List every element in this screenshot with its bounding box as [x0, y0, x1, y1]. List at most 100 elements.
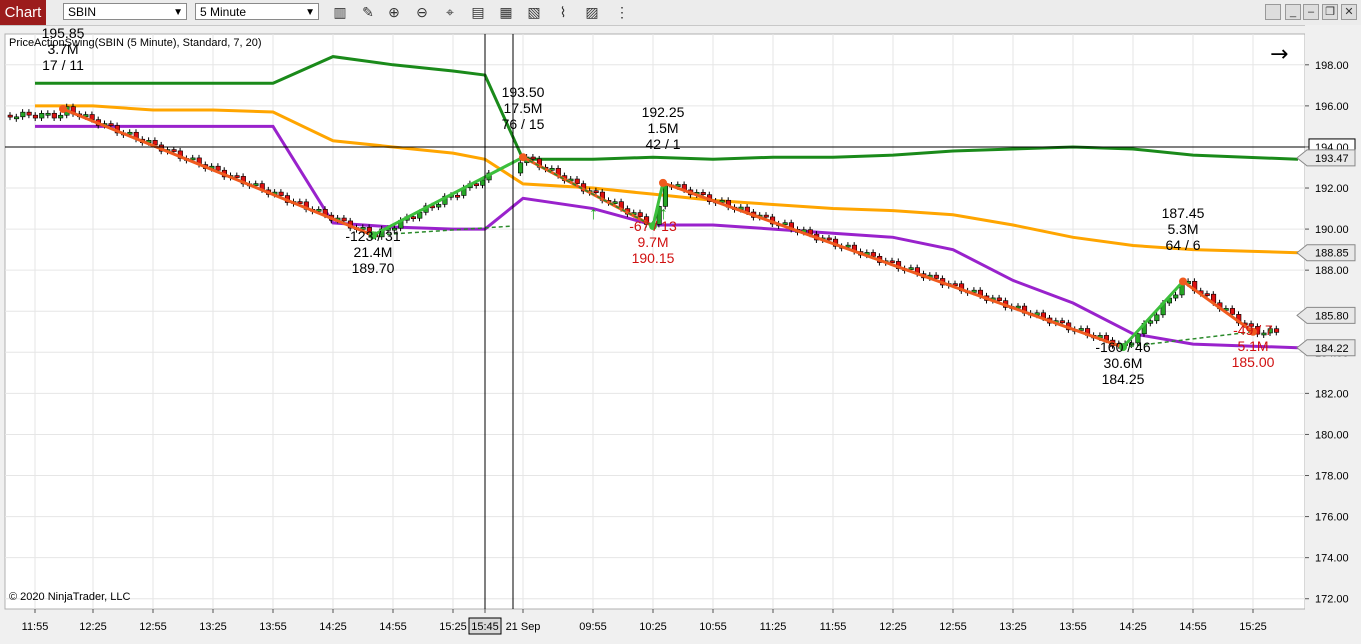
candle [908, 267, 914, 270]
candle [454, 194, 461, 198]
templates-icon[interactable]: ▨ [583, 4, 601, 21]
instrument-value: SBIN [68, 5, 97, 19]
swing-point [59, 104, 67, 113]
time-tick-label: 12:25 [879, 621, 907, 633]
price-tick-label: 192.00 [1315, 183, 1349, 195]
candle [253, 183, 259, 186]
zoom-in-icon[interactable]: ⊕ [385, 4, 403, 21]
swing-label-line: 5.1M [1237, 338, 1268, 354]
price-marker-label: 185.80 [1315, 310, 1349, 322]
candle [530, 156, 536, 160]
swing-label-line: 192.25 [642, 104, 685, 120]
zoom-out-icon[interactable]: ⊖ [413, 4, 431, 21]
time-tick-label: 11:55 [820, 621, 847, 633]
candle [215, 165, 221, 171]
price-axis-bg [1305, 25, 1361, 644]
swing-label-line: -160 / 46 [1095, 339, 1150, 355]
price-tick-label: 172.00 [1315, 594, 1349, 606]
price-chart[interactable]: ↑ ↑ 195.853.7M17 / 11193.5017.5M76 / 1519… [0, 25, 1361, 644]
data-box-icon[interactable]: ▤ [469, 4, 487, 21]
candle [549, 168, 555, 171]
interval-value: 5 Minute [200, 5, 247, 19]
crosshair-icon[interactable]: ⌖ [441, 4, 459, 21]
candle [763, 214, 769, 218]
chart-tab[interactable]: Chart [0, 0, 46, 25]
candle [845, 244, 851, 248]
properties-icon[interactable]: ▦ [497, 4, 515, 21]
candle [127, 131, 133, 135]
pencil-draw-icon[interactable]: ✎ [359, 4, 377, 21]
candle [1148, 320, 1154, 324]
minimize-window-button[interactable]: – [1303, 4, 1319, 20]
candle [1173, 294, 1179, 299]
price-marker-label: 193.47 [1315, 153, 1349, 165]
swing-label-line: 42 / 1 [645, 136, 680, 152]
price-tick-label: 178.00 [1315, 471, 1349, 483]
candle [480, 179, 486, 186]
candle [1154, 314, 1160, 322]
time-tick-label: 15:25 [439, 621, 467, 633]
swing-label-line: 17.5M [504, 100, 543, 116]
candle [1274, 328, 1280, 333]
swing-label-line: 187.45 [1162, 205, 1205, 221]
candle [51, 112, 57, 119]
time-tick-label: 13:25 [999, 621, 1027, 633]
candle [14, 116, 20, 120]
chevron-down-icon: ▼ [173, 7, 183, 18]
time-tick-label: 10:55 [699, 621, 727, 633]
swing-point [1179, 277, 1187, 286]
swing-point [659, 178, 667, 187]
interval-selector[interactable]: 5 Minute ▼ [195, 3, 319, 20]
swing-label-line: 193.50 [502, 84, 545, 100]
swing-label-line: 76 / 15 [502, 116, 545, 132]
candle [637, 212, 643, 217]
time-axis: 11:55 12:25 12:55 13:25 13:55 14:25 14:55 15:25… [0, 609, 1361, 644]
swing-label-line: 17 / 11 [42, 57, 84, 73]
swing-label-line: 21.4M [354, 244, 393, 260]
price-tick-label: 196.00 [1315, 101, 1349, 113]
swing-label-line: 184.25 [1102, 371, 1145, 387]
candle [517, 162, 524, 174]
restore-window-button[interactable]: ❐ [1322, 4, 1338, 20]
swing-label-line: -67 / 13 [629, 218, 677, 234]
time-tick-label: 11:25 [760, 621, 787, 633]
candle [996, 297, 1002, 301]
candle [7, 114, 13, 118]
time-tick-label: 12:55 [139, 621, 167, 633]
close-window-button[interactable]: ✕ [1341, 4, 1357, 20]
swing-label-line: 185.00 [1232, 354, 1275, 370]
candle [234, 175, 240, 178]
swing-label-line: 30.6M [1104, 355, 1143, 371]
instrument-selector[interactable]: SBIN ▼ [63, 3, 187, 20]
minimize-button[interactable]: _ [1285, 4, 1301, 20]
candle [436, 204, 442, 208]
candle [278, 191, 284, 196]
minimize-button[interactable] [1265, 4, 1281, 20]
candle [32, 114, 39, 119]
strategies-icon[interactable]: ⌇ [554, 4, 572, 21]
bar-type-icon[interactable]: ▥ [331, 4, 349, 21]
candle [20, 111, 26, 118]
time-tick-label: 12:25 [79, 621, 107, 633]
candle [39, 113, 45, 119]
candle [700, 192, 706, 195]
candle [171, 149, 177, 152]
candle [45, 112, 51, 116]
scroll-right-arrow-icon[interactable]: → [1270, 42, 1288, 67]
time-tick-label: 15:45 [471, 621, 499, 633]
swing-point [519, 153, 527, 162]
price-tick-label: 188.00 [1315, 265, 1349, 277]
time-tick-label: 14:55 [379, 621, 407, 633]
time-tick-label: 15:25 [1239, 621, 1267, 633]
indicators-icon[interactable]: ▧ [525, 4, 543, 21]
time-tick-label: 10:25 [639, 621, 667, 633]
candle [26, 111, 32, 116]
price-tick-label: 190.00 [1315, 224, 1349, 236]
candle [58, 114, 64, 119]
more-icon[interactable]: ⋮ [613, 4, 631, 21]
copyright-text: © 2020 NinjaTrader, LLC [9, 591, 130, 603]
time-tick-label: 11:55 [22, 621, 49, 633]
time-tick-label: 13:55 [1059, 621, 1087, 633]
candle [473, 183, 480, 186]
candle [574, 178, 580, 184]
